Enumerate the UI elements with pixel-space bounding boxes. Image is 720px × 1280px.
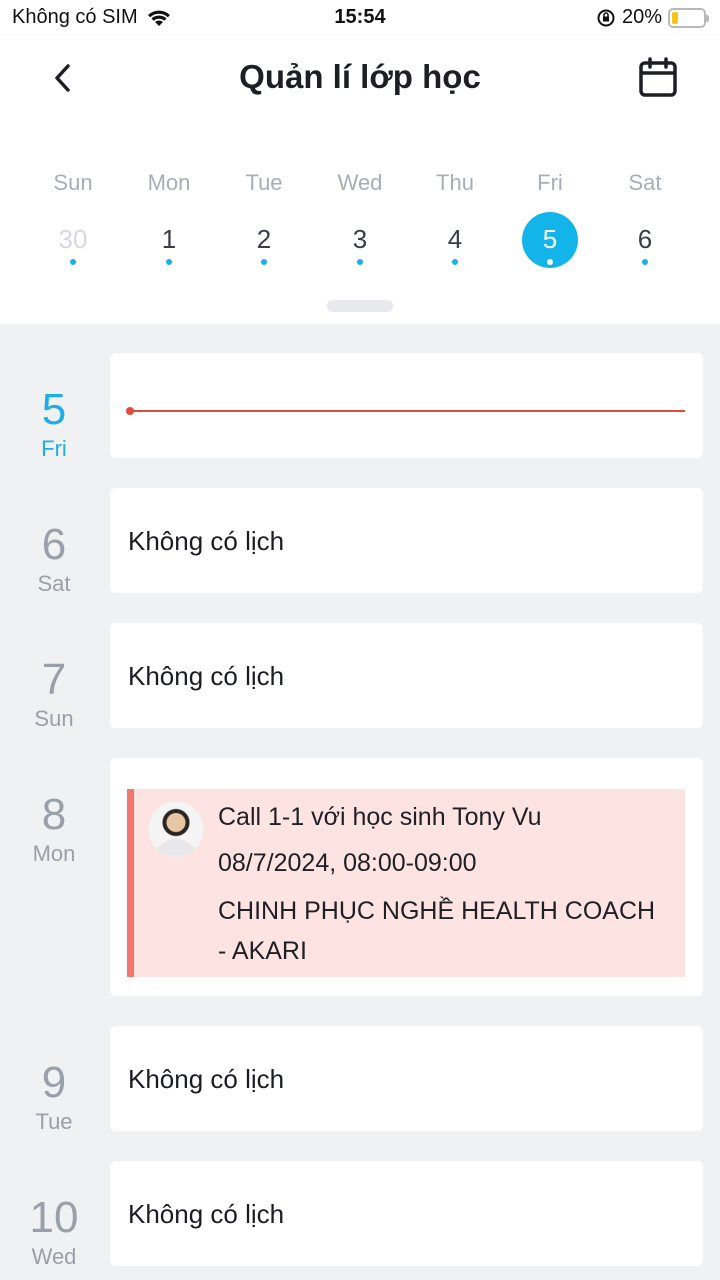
day-name: Wed [337, 170, 383, 195]
day-name: Fri [537, 170, 563, 195]
date-weekday: Wed [31, 1244, 77, 1269]
current-time-line [130, 410, 685, 412]
event-dot [70, 259, 76, 265]
agenda-date: 8 Mon [0, 793, 108, 867]
date-number: 6 [41, 520, 67, 569]
date-weekday: Sat [37, 571, 71, 596]
agenda-date: 7 Sun [0, 658, 108, 732]
event-dot [547, 259, 553, 265]
day-number: 3 [352, 224, 368, 254]
no-schedule-label: Không có lịch [128, 1064, 285, 1094]
event-title: Call 1-1 với học sinh Tony Vu [218, 803, 542, 831]
status-bar: Không có SIM 15:54 20% [0, 0, 720, 36]
agenda-card-empty[interactable]: Không có lịch [110, 1161, 703, 1266]
agenda-card-today[interactable] [110, 353, 703, 458]
event-dot [166, 259, 172, 265]
date-number: 10 [29, 1193, 79, 1242]
day-name: Sat [628, 170, 662, 195]
date-weekday: Mon [32, 841, 76, 866]
day-name: Tue [245, 170, 283, 195]
event-dot [357, 259, 363, 265]
battery-icon [668, 7, 709, 28]
date-weekday: Sun [34, 706, 74, 731]
event-course: CHINH PHỤC NGHỀ HEALTH COACH [218, 897, 656, 925]
event-datetime: 08/7/2024, 08:00-09:00 [218, 849, 477, 877]
day-number: 2 [256, 224, 272, 254]
day-number: 5 [542, 224, 558, 254]
day-number: 30 [58, 224, 88, 254]
date-number: 8 [41, 790, 67, 839]
event-dot [452, 259, 458, 265]
date-weekday: Fri [41, 436, 67, 461]
no-schedule-label: Không có lịch [128, 661, 285, 691]
battery-level [672, 11, 678, 24]
week-strip: Sun 30 Mon 1 Tue 2 Wed 3 Thu 4 Fri 5 Sat… [0, 122, 720, 324]
agenda-card-empty[interactable]: Không có lịch [110, 1026, 703, 1131]
event-item[interactable]: Call 1-1 với học sinh Tony Vu 08/7/2024,… [127, 789, 685, 977]
day-name: Thu [436, 170, 474, 195]
day-number: 1 [161, 224, 177, 254]
agenda-card-empty[interactable]: Không có lịch [110, 623, 703, 728]
agenda-card-event: Call 1-1 với học sinh Tony Vu 08/7/2024,… [110, 758, 703, 996]
page-title: Quản lí lớp học [239, 58, 481, 95]
agenda-date: 9 Tue [0, 1061, 108, 1135]
day-name: Sun [53, 170, 93, 195]
calendar-icon[interactable] [636, 56, 680, 100]
orientation-lock-icon [597, 9, 615, 26]
avatar [148, 801, 204, 857]
agenda-date: 5 Fri [0, 388, 108, 462]
agenda-card-empty[interactable]: Không có lịch [110, 488, 703, 593]
battery-percent: 20% [621, 6, 662, 28]
status-right: 20% [596, 6, 709, 29]
day-number: 4 [447, 224, 463, 254]
date-number: 5 [41, 385, 67, 434]
drag-handle[interactable] [327, 300, 393, 312]
day-name: Mon [147, 170, 191, 195]
agenda-date: 10 Wed [0, 1196, 108, 1270]
agenda-date: 6 Sat [0, 523, 108, 597]
date-number: 7 [41, 655, 67, 704]
event-course-continued: - AKARI [218, 937, 307, 965]
event-dot [261, 259, 267, 265]
day-number: 6 [637, 224, 653, 254]
date-number: 9 [41, 1058, 67, 1107]
no-schedule-label: Không có lịch [128, 526, 285, 556]
date-weekday: Tue [35, 1109, 73, 1134]
current-time-dot [126, 407, 134, 415]
no-schedule-label: Không có lịch [128, 1199, 285, 1229]
event-dot [642, 259, 648, 265]
app-header: Quản lí lớp học [0, 36, 720, 122]
